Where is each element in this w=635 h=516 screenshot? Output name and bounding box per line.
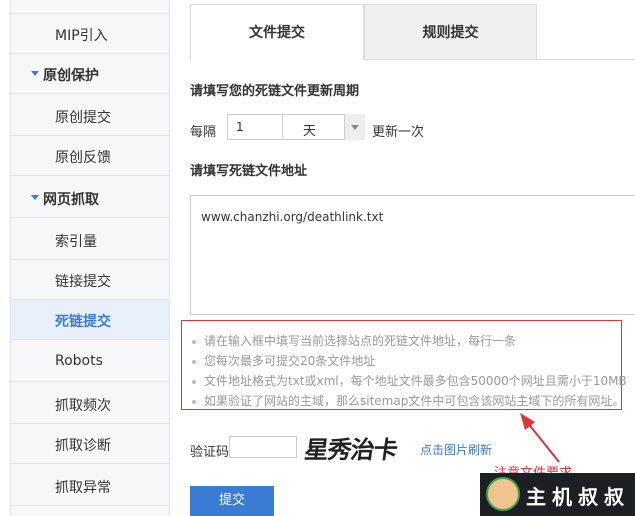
chevron-down-icon <box>351 125 359 130</box>
sidebar-item-original-submit[interactable]: 原创提交 <box>11 96 169 136</box>
sidebar-group-original[interactable]: 原创保护 <box>11 54 169 94</box>
sidebar-item-crawl-frequency[interactable]: 抓取频次 <box>11 384 169 424</box>
textarea-value: www.chanzhi.org/deathlink.txt <box>201 210 384 224</box>
sidebar: MIP引入 原创保护 原创提交 原创反馈 网页抓取 索引量 链接提交 死链提交 … <box>10 0 170 516</box>
sidebar-item-label: 链接提交 <box>55 274 111 290</box>
watermark-logo: 主机叔叔 <box>480 473 635 516</box>
captcha-refresh-link[interactable]: 点击图片刷新 <box>420 441 492 458</box>
captcha-input[interactable] <box>229 436 297 458</box>
submit-button[interactable]: 提交 <box>190 486 274 516</box>
sidebar-item-label: 索引量 <box>55 234 97 250</box>
captcha-label: 验证码 <box>190 445 230 460</box>
address-title: 请填写死链文件地址 <box>190 164 308 179</box>
tab-rule-submit[interactable]: 规则提交 <box>364 4 537 60</box>
sidebar-item-original-feedback[interactable]: 原创反馈 <box>11 136 169 176</box>
period-unit: 天 <box>303 124 317 139</box>
captcha-image[interactable]: 星秀治卡 <box>302 430 407 466</box>
sidebar-item-label: 抓取异常 <box>55 480 111 496</box>
triangle-down-icon <box>31 195 39 200</box>
tips-box: 请在输入框中填写当前选择站点的死链文件地址，每行一条 您每次最多可提交20条文件… <box>181 320 627 410</box>
tab-file-submit[interactable]: 文件提交 <box>190 4 364 60</box>
deadlink-url-textarea[interactable]: www.chanzhi.org/deathlink.txt <box>190 195 635 315</box>
annotation-arrow <box>520 413 560 463</box>
sidebar-item-label: MIP引入 <box>55 28 108 44</box>
sidebar-item-top-partial[interactable] <box>11 0 169 14</box>
tip-item: 如果验证了网站的主域，那么sitemap文件中可包含该网站主域下的所有网址。 <box>192 392 624 409</box>
sidebar-item-label: 抓取频次 <box>55 398 111 414</box>
tip-item: 请在输入框中填写当前选择站点的死链文件地址，每行一条 <box>192 332 516 349</box>
select-arrow[interactable] <box>344 114 365 140</box>
sidebar-group-crawl[interactable]: 网页抓取 <box>11 178 169 218</box>
mascot-icon <box>486 477 520 511</box>
period-every-label: 每隔 <box>190 125 217 140</box>
sidebar-item-deadlink[interactable]: 死链提交 <box>11 300 169 340</box>
period-suffix: 更新一次 <box>372 125 425 140</box>
sidebar-item-label: 原创反馈 <box>55 150 111 166</box>
sidebar-item-index[interactable]: 索引量 <box>11 220 169 260</box>
tip-item: 文件地址格式为txt或xml，每个地址文件最多包含50000个网址且需小于10M… <box>192 372 627 389</box>
triangle-down-icon <box>31 71 39 76</box>
period-title: 请填写您的死链文件更新周期 <box>190 84 360 99</box>
sidebar-item-crawl-errors[interactable]: 抓取异常 <box>11 466 169 506</box>
tab-divider <box>537 59 635 60</box>
sidebar-group-label: 原创保护 <box>43 68 99 84</box>
sidebar-item-crawl-diagnosis[interactable]: 抓取诊断 <box>11 424 169 464</box>
sidebar-group-label: 网页抓取 <box>43 192 99 208</box>
period-value-input[interactable]: 1 <box>227 114 283 140</box>
sidebar-item-label: 死链提交 <box>55 314 111 330</box>
sidebar-item-label: 原创提交 <box>55 110 111 126</box>
sidebar-item-link-submit[interactable]: 链接提交 <box>11 260 169 300</box>
tip-item: 您每次最多可提交20条文件地址 <box>192 352 375 369</box>
sidebar-item-mip[interactable]: MIP引入 <box>11 14 169 54</box>
watermark-text: 主机叔叔 <box>526 485 630 509</box>
sidebar-item-label: 抓取诊断 <box>55 438 111 454</box>
sidebar-item-label: Robots <box>55 353 103 369</box>
period-value: 1 <box>236 120 244 134</box>
sidebar-item-robots[interactable]: Robots <box>11 342 169 382</box>
